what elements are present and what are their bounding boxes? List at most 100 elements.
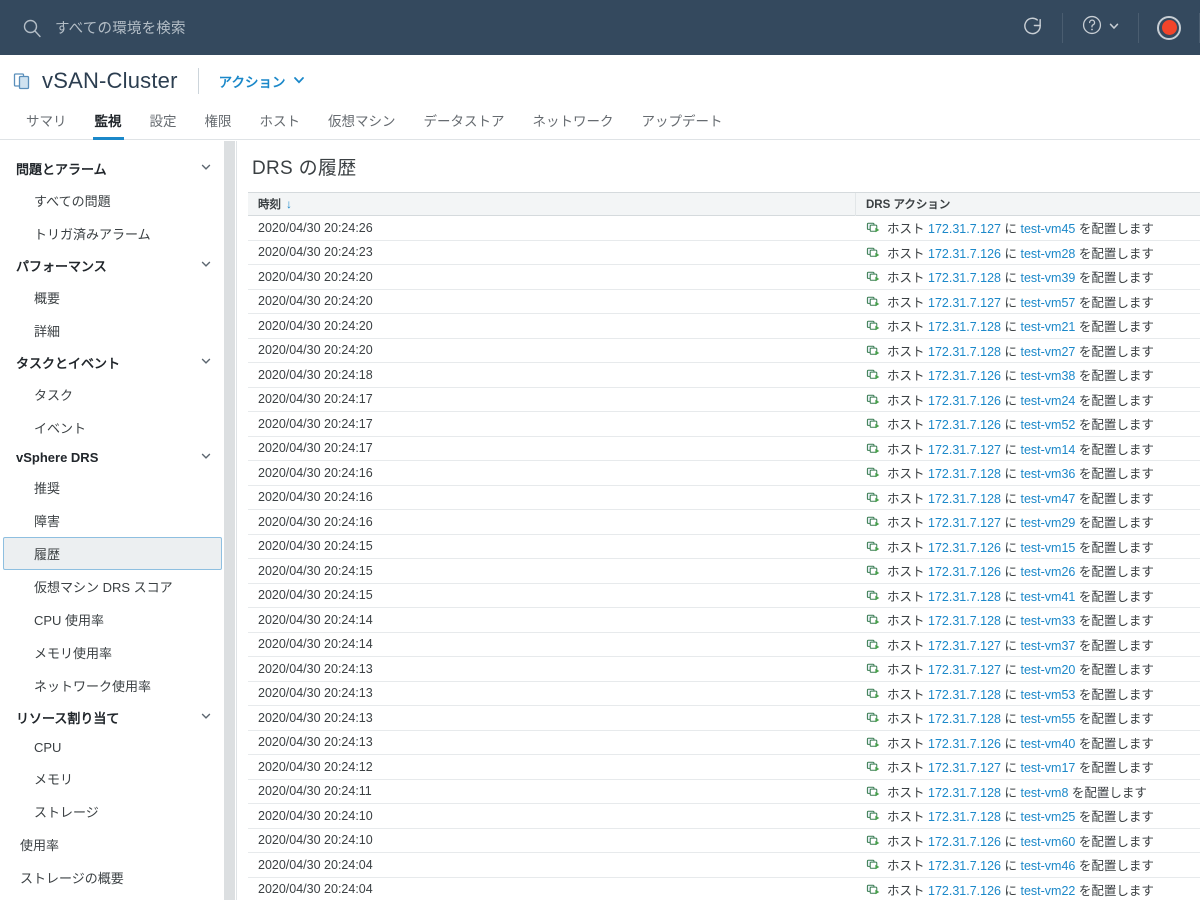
table-row[interactable]: 2020/04/30 20:24:15 ホスト 172.31.7.126 に te… [248,559,1200,584]
table-row[interactable]: 2020/04/30 20:24:15 ホスト 172.31.7.126 に te… [248,535,1200,559]
sidebar-item-17[interactable]: ネットワーク使用率 [3,669,222,702]
chevron-down-icon[interactable] [200,258,212,273]
vm-link[interactable]: test-vm57 [1020,296,1075,310]
vm-link[interactable]: test-vm37 [1020,639,1075,653]
host-link[interactable]: 172.31.7.126 [928,541,1001,555]
sidebar-item-16[interactable]: メモリ使用率 [3,636,222,669]
table-row[interactable]: 2020/04/30 20:24:13 ホスト 172.31.7.127 に te… [248,657,1200,682]
sidebar-group-7[interactable]: タスクとイベント [0,347,226,378]
table-row[interactable]: 2020/04/30 20:24:14 ホスト 172.31.7.128 に te… [248,608,1200,633]
global-search[interactable]: すべての環境を検索 [22,17,186,38]
sidebar-group-18[interactable]: リソース割り当て [0,702,226,733]
sidebar-item-11[interactable]: 推奨 [3,471,222,504]
tab-4[interactable]: 権限 [191,110,246,139]
table-row[interactable]: 2020/04/30 20:24:16 ホスト 172.31.7.128 に te… [248,486,1200,510]
table-row[interactable]: 2020/04/30 20:24:20 ホスト 172.31.7.128 に te… [248,265,1200,290]
sidebar-scrollbar[interactable] [224,141,235,900]
vm-link[interactable]: test-vm25 [1020,810,1075,824]
host-link[interactable]: 172.31.7.126 [928,369,1001,383]
column-header-time[interactable]: 時刻 ↓ [248,192,856,216]
sidebar-item-15[interactable]: CPU 使用率 [3,603,222,636]
sidebar-item-13[interactable]: 履歴 [3,537,222,570]
table-row[interactable]: 2020/04/30 20:24:26 ホスト 172.31.7.127 に te… [248,216,1200,241]
host-link[interactable]: 172.31.7.127 [928,222,1001,236]
record-button[interactable] [1139,0,1199,55]
vm-link[interactable]: test-vm52 [1020,418,1075,432]
table-row[interactable]: 2020/04/30 20:24:13 ホスト 172.31.7.128 に te… [248,706,1200,731]
table-row[interactable]: 2020/04/30 20:24:16 ホスト 172.31.7.127 に te… [248,510,1200,535]
vm-link[interactable]: test-vm39 [1020,271,1075,285]
host-link[interactable]: 172.31.7.128 [928,786,1001,800]
host-link[interactable]: 172.31.7.128 [928,810,1001,824]
host-link[interactable]: 172.31.7.128 [928,492,1001,506]
sidebar-item-24[interactable]: セキュリティ [3,894,222,900]
host-link[interactable]: 172.31.7.127 [928,296,1001,310]
host-link[interactable]: 172.31.7.126 [928,835,1001,849]
host-link[interactable]: 172.31.7.126 [928,394,1001,408]
vm-link[interactable]: test-vm46 [1020,859,1075,873]
host-link[interactable]: 172.31.7.128 [928,345,1001,359]
sidebar-item-23[interactable]: ストレージの概要 [3,861,222,894]
tab-3[interactable]: 設定 [136,110,191,139]
sidebar-item-14[interactable]: 仮想マシン DRS スコア [3,570,222,603]
host-link[interactable]: 172.31.7.126 [928,565,1001,579]
vm-link[interactable]: test-vm20 [1020,663,1075,677]
help-button[interactable] [1063,0,1138,55]
host-link[interactable]: 172.31.7.127 [928,761,1001,775]
vm-link[interactable]: test-vm29 [1020,516,1075,530]
vm-link[interactable]: test-vm47 [1020,492,1075,506]
search-input[interactable]: すべての環境を検索 [55,17,186,38]
vm-link[interactable]: test-vm28 [1020,247,1075,261]
host-link[interactable]: 172.31.7.127 [928,639,1001,653]
sidebar-item-12[interactable]: 障害 [3,504,222,537]
vm-link[interactable]: test-vm36 [1020,467,1075,481]
table-row[interactable]: 2020/04/30 20:24:23 ホスト 172.31.7.126 に te… [248,241,1200,265]
column-header-drs-action[interactable]: DRS アクション [856,193,1200,216]
host-link[interactable]: 172.31.7.127 [928,443,1001,457]
vm-link[interactable]: test-vm53 [1020,688,1075,702]
host-link[interactable]: 172.31.7.127 [928,663,1001,677]
tab-5[interactable]: ホスト [246,110,315,139]
actions-menu-button[interactable]: アクション [219,71,306,91]
tab-8[interactable]: ネットワーク [519,110,628,139]
host-link[interactable]: 172.31.7.128 [928,712,1001,726]
table-row[interactable]: 2020/04/30 20:24:13 ホスト 172.31.7.126 に te… [248,731,1200,755]
vm-link[interactable]: test-vm38 [1020,369,1075,383]
vm-link[interactable]: test-vm8 [1020,786,1068,800]
host-link[interactable]: 172.31.7.126 [928,247,1001,261]
sidebar-item-21[interactable]: ストレージ [3,795,222,828]
sidebar-item-3[interactable]: トリガ済みアラーム [3,217,222,250]
host-link[interactable]: 172.31.7.127 [928,516,1001,530]
vm-link[interactable]: test-vm60 [1020,835,1075,849]
vm-link[interactable]: test-vm22 [1020,884,1075,898]
table-row[interactable]: 2020/04/30 20:24:18 ホスト 172.31.7.126 に te… [248,363,1200,388]
sidebar-item-22[interactable]: 使用率 [3,828,222,861]
vm-link[interactable]: test-vm45 [1020,222,1075,236]
host-link[interactable]: 172.31.7.126 [928,737,1001,751]
sidebar-group-4[interactable]: パフォーマンス [0,250,226,281]
host-link[interactable]: 172.31.7.126 [928,884,1001,898]
vm-link[interactable]: test-vm40 [1020,737,1075,751]
sidebar-group-10[interactable]: vSphere DRS [0,444,226,471]
table-row[interactable]: 2020/04/30 20:24:17 ホスト 172.31.7.126 に te… [248,388,1200,412]
chevron-down-icon[interactable] [200,450,212,465]
table-row[interactable]: 2020/04/30 20:24:04 ホスト 172.31.7.126 に te… [248,853,1200,878]
table-row[interactable]: 2020/04/30 20:24:12 ホスト 172.31.7.127 に te… [248,755,1200,780]
sidebar-item-5[interactable]: 概要 [3,281,222,314]
chevron-down-icon[interactable] [200,355,212,370]
host-link[interactable]: 172.31.7.128 [928,614,1001,628]
sidebar-item-19[interactable]: CPU [3,733,222,762]
tab-2[interactable]: 監視 [81,110,136,140]
table-row[interactable]: 2020/04/30 20:24:20 ホスト 172.31.7.127 に te… [248,290,1200,314]
vm-link[interactable]: test-vm41 [1020,590,1075,604]
table-row[interactable]: 2020/04/30 20:24:16 ホスト 172.31.7.128 に te… [248,461,1200,486]
chevron-down-icon[interactable] [200,710,212,725]
table-row[interactable]: 2020/04/30 20:24:10 ホスト 172.31.7.126 に te… [248,829,1200,853]
sidebar-item-6[interactable]: 詳細 [3,314,222,347]
vm-link[interactable]: test-vm27 [1020,345,1075,359]
vm-link[interactable]: test-vm33 [1020,614,1075,628]
host-link[interactable]: 172.31.7.128 [928,688,1001,702]
sidebar-item-2[interactable]: すべての問題 [3,184,222,217]
table-row[interactable]: 2020/04/30 20:24:14 ホスト 172.31.7.127 に te… [248,633,1200,657]
vm-link[interactable]: test-vm14 [1020,443,1075,457]
